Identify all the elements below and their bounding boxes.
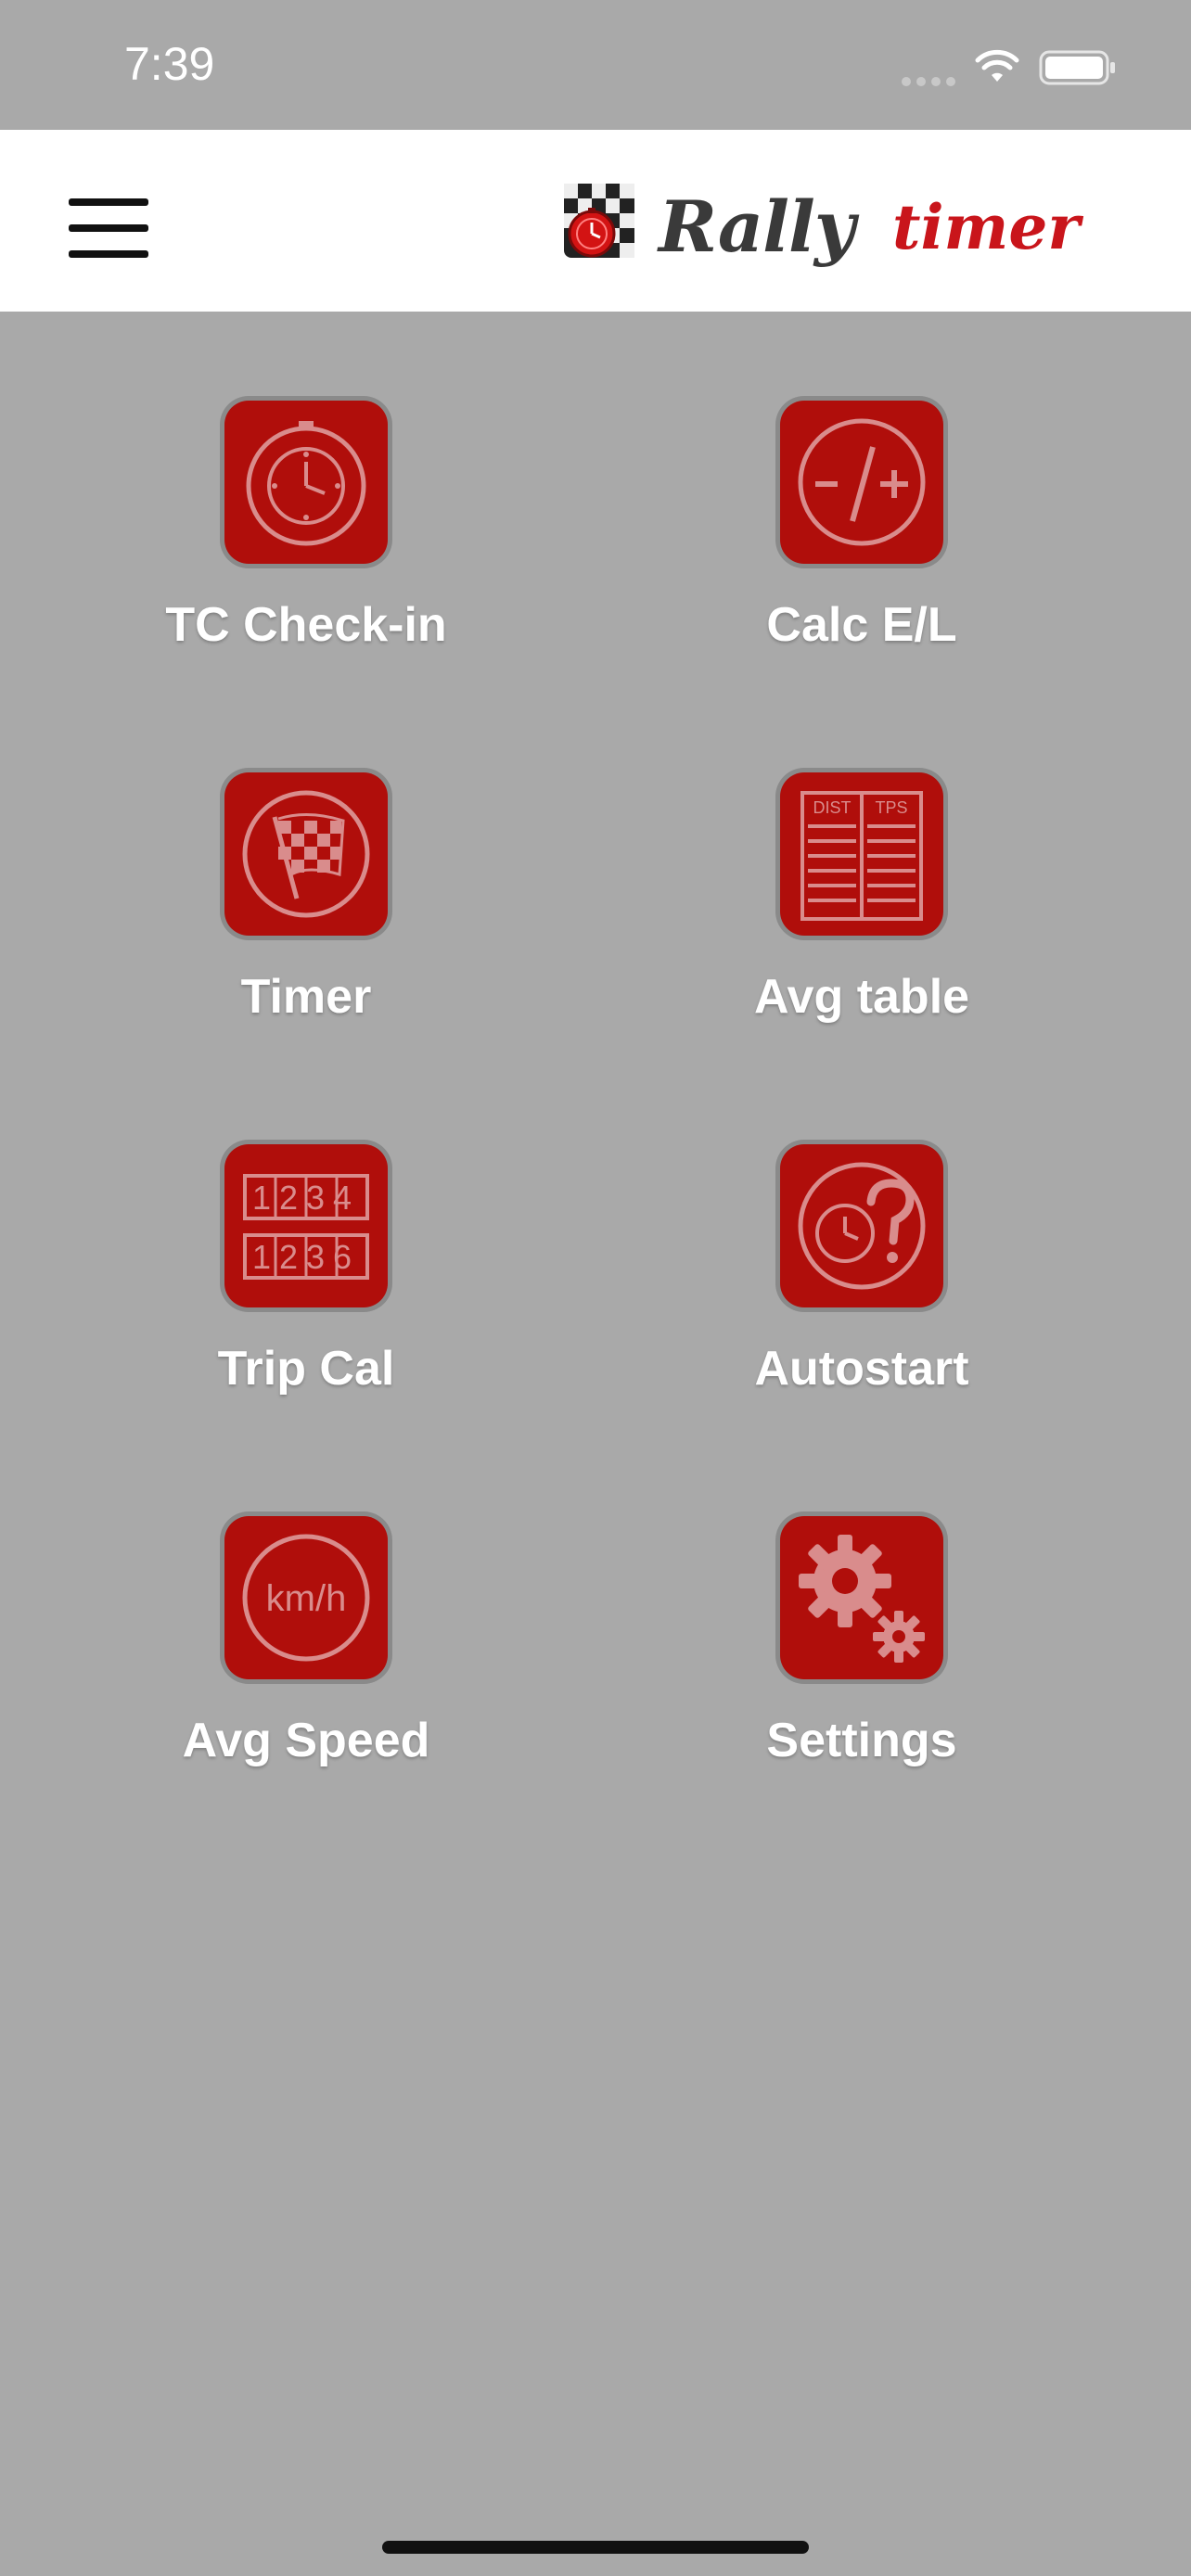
tile-timer[interactable]: Timer (124, 772, 495, 1069)
tile-label: Timer (240, 970, 372, 1024)
tile-autostart[interactable]: Autostart (680, 1144, 1051, 1441)
clock-question-icon (780, 1144, 943, 1307)
tile-label: Settings (766, 1714, 957, 1767)
logo-text-rally: Rally (659, 185, 855, 268)
gears-icon (780, 1516, 943, 1679)
app-logo: Rally timer (560, 182, 1154, 268)
minus-plus-icon (780, 401, 943, 564)
wifi-icon (975, 49, 1019, 82)
tile-avg-speed[interactable]: km/h Avg Speed (124, 1516, 495, 1813)
tile-label: TC Check-in (165, 598, 447, 652)
tile-label: Trip Cal (217, 1342, 395, 1396)
odometer-icon: 1234 1236 (224, 1144, 388, 1307)
tile-label: Avg Speed (182, 1714, 430, 1767)
table-header-tps: TPS (875, 798, 907, 817)
tile-label: Calc E/L (766, 598, 957, 652)
tile-avg-table[interactable]: DIST TPS Avg table (680, 772, 1051, 1069)
table-icon: DIST TPS (780, 772, 943, 936)
clock-icon (224, 401, 388, 564)
tile-trip-cal[interactable]: 1234 1236 Trip Cal (124, 1144, 495, 1441)
tile-tc-check-in[interactable]: TC Check-in (124, 401, 495, 697)
logo-text-timer: timer (892, 191, 1081, 263)
checkered-flag-stopwatch-icon (564, 184, 634, 258)
tile-label: Avg table (753, 970, 970, 1024)
tile-calc-e-l[interactable]: Calc E/L (680, 401, 1051, 697)
speed-unit-text: km/h (266, 1578, 347, 1619)
app-header: Rally timer (0, 130, 1191, 312)
odometer-top-digits: 1234 (252, 1179, 360, 1217)
table-header-dist: DIST (813, 798, 851, 817)
battery-icon (1039, 50, 1115, 85)
status-time: 7:39 (124, 38, 215, 90)
checkered-flag-icon (224, 772, 388, 936)
menu-button[interactable] (65, 195, 154, 260)
tile-label: Autostart (754, 1342, 969, 1396)
hamburger-icon (69, 198, 148, 206)
status-bar: 7:39 (0, 0, 1191, 130)
home-indicator[interactable] (382, 2541, 809, 2554)
signal-icon (902, 74, 961, 91)
speed-icon: km/h (224, 1516, 388, 1679)
tile-settings[interactable]: Settings (680, 1516, 1051, 1813)
odometer-bottom-digits: 1236 (252, 1238, 360, 1276)
